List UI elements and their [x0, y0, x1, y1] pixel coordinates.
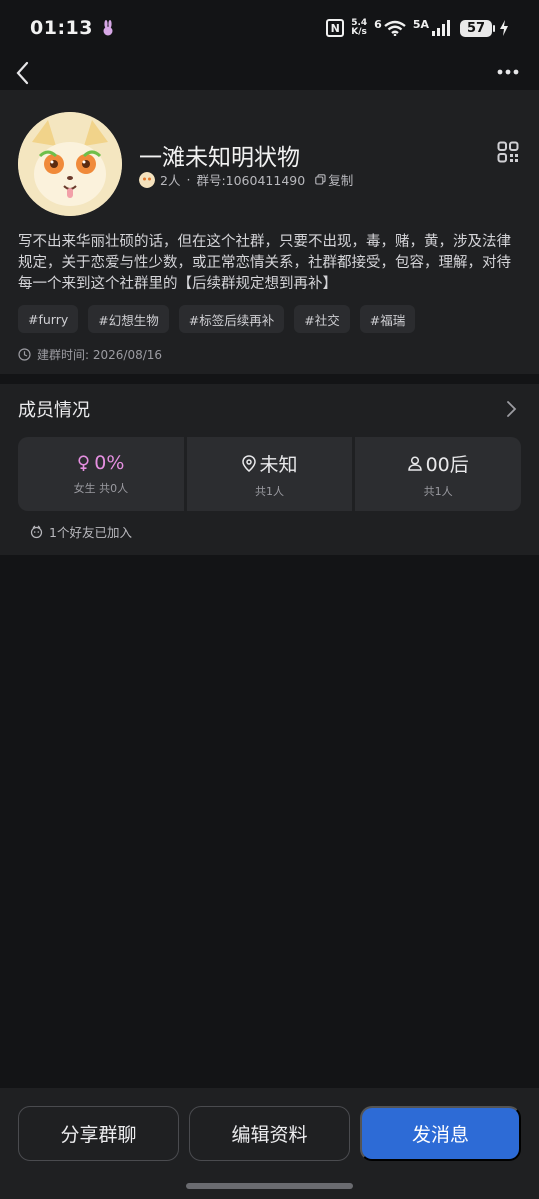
fox-avatar-image — [18, 112, 122, 216]
cell-signal-icon — [432, 20, 450, 36]
friend-icon — [30, 525, 43, 538]
edit-profile-button[interactable]: 编辑资料 — [189, 1106, 350, 1161]
age-stat-sub: 共1人 — [423, 484, 453, 498]
group-avatar[interactable] — [18, 112, 122, 216]
group-profile-card: 一滩未知明状物 2人 · 群号:1060411490 复制 写不出来华丽壮硕的话… — [0, 90, 539, 374]
members-title[interactable]: 成员情况 — [18, 396, 90, 422]
bottom-action-bar: 分享群聊 编辑资料 发消息 — [0, 1088, 539, 1199]
group-meta-row: 2人 · 群号:1060411490 复制 — [139, 170, 353, 189]
group-profile-screen: 01:13 N 5.4 K/s 6 5A 57 一滩未知明状物 2人 · 群号:… — [0, 0, 539, 1199]
clock-icon — [18, 348, 31, 361]
nav-bar — [0, 56, 539, 90]
share-group-button[interactable]: 分享群聊 — [18, 1106, 179, 1161]
home-indicator[interactable] — [186, 1183, 353, 1189]
location-stat-value: 未知 — [241, 450, 298, 477]
location-stat-sub: 共1人 — [255, 484, 284, 498]
member-avatar-icon — [139, 171, 155, 188]
chevron-left-icon — [16, 61, 29, 85]
female-icon — [78, 454, 89, 471]
tag-item[interactable]: #furry — [18, 305, 79, 333]
charging-icon — [500, 20, 508, 36]
copy-button[interactable]: 复制 — [328, 170, 353, 189]
copy-icon[interactable] — [315, 174, 326, 185]
age-stat-value: 00后 — [407, 450, 469, 477]
person-icon — [407, 455, 422, 471]
tag-item[interactable]: #幻想生物 — [88, 305, 169, 333]
wifi-label: 6 — [374, 17, 382, 31]
tag-item[interactable]: #社交 — [294, 305, 350, 333]
location-stat[interactable]: 未知 共1人 — [186, 437, 353, 511]
rabbit-icon — [103, 20, 113, 36]
create-time-row: 建群时间: 2026/08/16 — [18, 346, 162, 363]
dot-separator: · — [186, 172, 191, 187]
gender-stat-sub: 女生 共0人 — [73, 482, 129, 495]
qr-code-icon[interactable] — [497, 141, 519, 163]
group-name: 一滩未知明状物 — [139, 145, 300, 171]
tag-list: #furry #幻想生物 #标签后续再补 #社交 #福瑞 — [18, 305, 416, 333]
chevron-right-icon[interactable] — [505, 399, 517, 419]
group-description: 写不出来华丽壮硕的话，但在这个社群，只要不出现，毒，赌，黄，涉及法律规定，关于恋… — [18, 234, 511, 292]
more-dots-icon — [497, 69, 519, 75]
back-button[interactable] — [10, 56, 34, 90]
nfc-icon: N — [326, 19, 345, 37]
group-id: 群号:1060411490 — [196, 173, 306, 188]
member-count: 2人 — [160, 173, 181, 188]
status-indicators: N 5.4 K/s 6 5A 57 — [326, 17, 509, 37]
create-time: 建群时间: 2026/08/16 — [37, 348, 163, 362]
tag-item[interactable]: #标签后续再补 — [178, 305, 285, 333]
battery-indicator: 57 — [460, 19, 495, 37]
wifi-icon — [384, 20, 406, 36]
signal-label: 5A — [412, 17, 429, 31]
location-pin-icon — [241, 454, 256, 472]
members-card: 成员情况 0% 女生 共0人 未知 共1人 00后 共1人 1个好友已加入 — [0, 384, 539, 555]
tag-item[interactable]: #福瑞 — [359, 305, 416, 333]
friends-joined-text: 1个好友已加入 — [49, 525, 132, 540]
send-message-button[interactable]: 发消息 — [360, 1106, 521, 1161]
member-stats: 0% 女生 共0人 未知 共1人 00后 共1人 — [18, 437, 521, 511]
age-stat[interactable]: 00后 共1人 — [355, 437, 521, 511]
net-speed: 5.4 K/s — [351, 18, 368, 37]
friends-joined-row: 1个好友已加入 — [30, 522, 132, 541]
status-time: 01:13 — [30, 17, 93, 39]
gender-stat-value: 0% — [77, 452, 124, 474]
status-bar: 01:13 N 5.4 K/s 6 5A 57 — [0, 0, 539, 56]
more-button[interactable] — [493, 60, 523, 84]
gender-stat[interactable]: 0% 女生 共0人 — [18, 437, 184, 511]
